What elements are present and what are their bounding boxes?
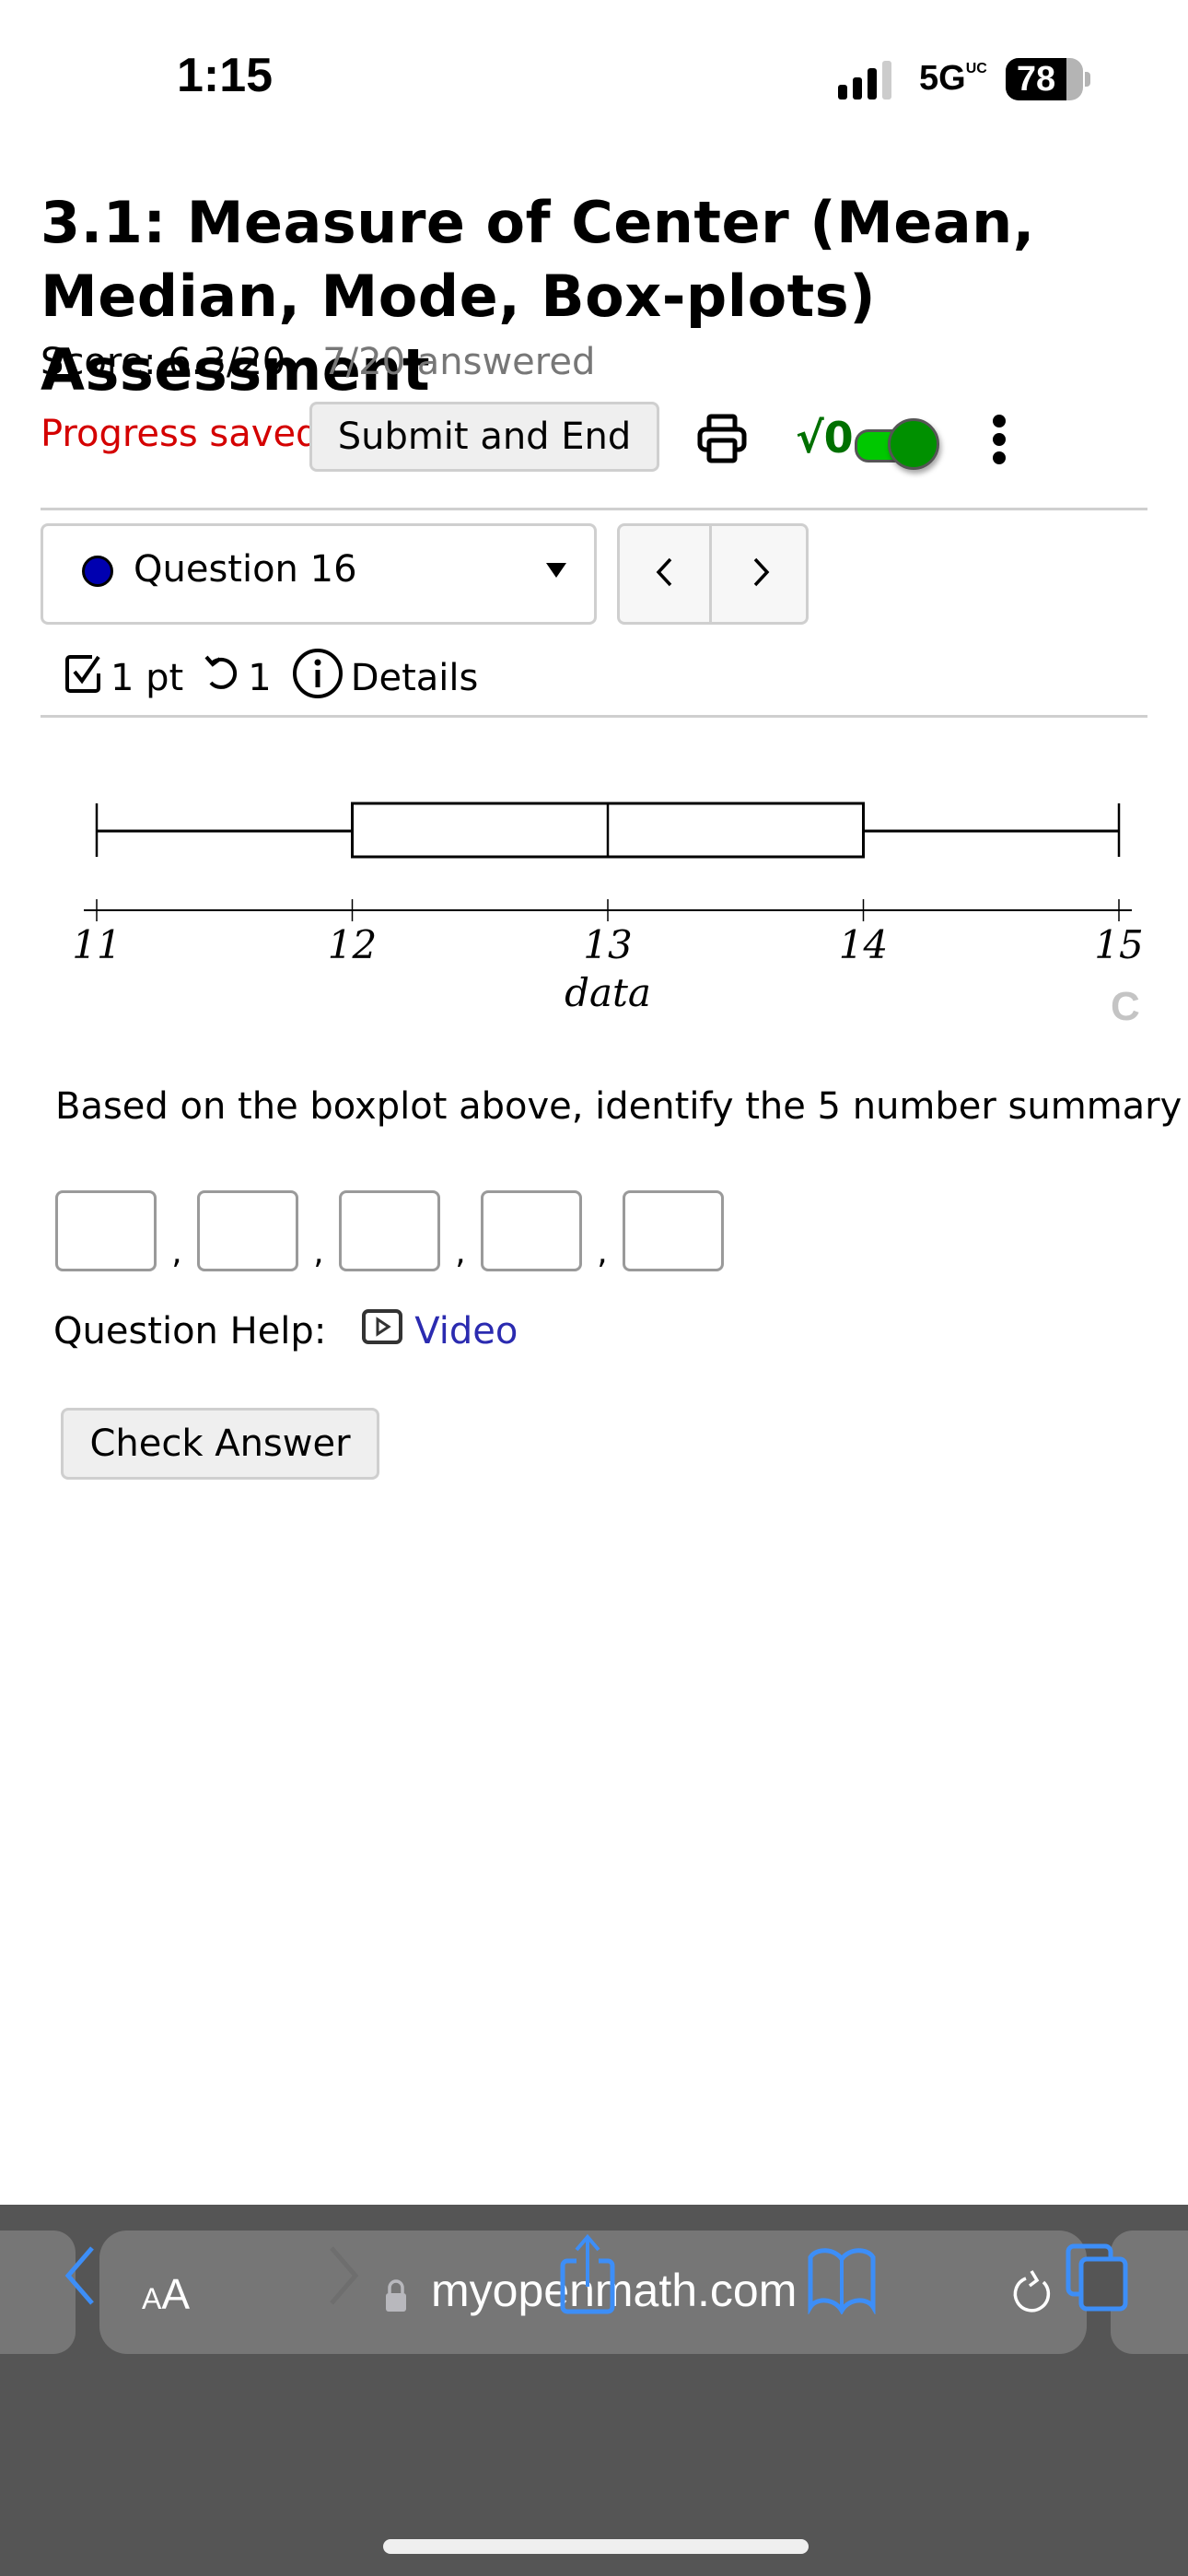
details-link[interactable]: Details bbox=[351, 657, 479, 699]
chevron-left-icon bbox=[656, 557, 671, 586]
score: Score: 6.3/20 bbox=[41, 341, 286, 383]
answered-count: 7/20 answered bbox=[322, 341, 596, 383]
dropdown-caret-icon bbox=[546, 563, 566, 578]
submit-and-end-button[interactable]: Submit and End bbox=[309, 402, 659, 472]
x-tick-label: 12 bbox=[328, 922, 377, 967]
question-status-dot bbox=[82, 556, 113, 587]
answer-median-input[interactable] bbox=[339, 1190, 440, 1271]
next-question-button[interactable] bbox=[715, 526, 806, 622]
question-help: Question Help: Video bbox=[53, 1308, 518, 1354]
score-line: Score: 6.3/20 7/20 answered bbox=[41, 341, 595, 383]
chevron-right-icon bbox=[330, 2246, 359, 2305]
separator: , bbox=[313, 1234, 324, 1271]
separator: , bbox=[597, 1234, 608, 1271]
video-link[interactable]: Video bbox=[414, 1310, 518, 1352]
question-help-label: Question Help: bbox=[53, 1310, 327, 1352]
boxplot-chart: 11 12 13 14 15 data bbox=[72, 802, 1144, 1015]
network-type: 5GUC bbox=[919, 59, 987, 98]
chevron-left-icon bbox=[64, 2246, 94, 2305]
clock: 1:15 bbox=[177, 49, 274, 102]
question-pager bbox=[617, 523, 809, 625]
print-icon[interactable] bbox=[696, 413, 748, 464]
x-tick-label: 13 bbox=[583, 922, 632, 967]
text-size-button[interactable]: AA bbox=[142, 2269, 190, 2319]
question-select-label: Question 16 bbox=[134, 548, 357, 591]
cellular-signal-icon bbox=[838, 61, 897, 100]
question-prompt: Based on the boxplot above, identify the… bbox=[55, 1085, 1182, 1128]
divider bbox=[41, 715, 1147, 718]
answer-max-input[interactable] bbox=[623, 1190, 724, 1271]
reload-icon[interactable] bbox=[1006, 2266, 1061, 2321]
math-entry-toggle[interactable]: √0 bbox=[796, 407, 980, 472]
share-button[interactable] bbox=[558, 2233, 617, 2322]
answer-q1-input[interactable] bbox=[197, 1190, 298, 1271]
book-icon bbox=[808, 2248, 876, 2316]
tabs-button[interactable] bbox=[1065, 2242, 1129, 2316]
battery-tip bbox=[1085, 72, 1090, 87]
attempts-value: 1 bbox=[248, 657, 272, 699]
share-icon bbox=[560, 2233, 615, 2314]
answer-q3-input[interactable] bbox=[481, 1190, 582, 1271]
info-icon[interactable] bbox=[292, 648, 344, 708]
x-tick-label: 14 bbox=[839, 922, 888, 967]
checkbox-points-icon bbox=[64, 653, 103, 703]
lock-icon bbox=[385, 2278, 407, 2313]
home-indicator[interactable] bbox=[383, 2539, 809, 2554]
divider bbox=[41, 508, 1147, 510]
status-bar: 1:15 5GUC 78 bbox=[0, 0, 1188, 157]
retry-icon bbox=[204, 653, 240, 703]
chevron-right-icon bbox=[753, 557, 770, 586]
assessment-toolbar: Progress saved Submit and End √0 bbox=[41, 400, 1164, 474]
question-meta: 1 pt 1 Details bbox=[64, 648, 498, 708]
separator: , bbox=[455, 1234, 466, 1271]
toggle-knob bbox=[888, 418, 939, 470]
five-number-summary-inputs: , , , , bbox=[55, 1187, 724, 1271]
points-value: 1 pt bbox=[111, 657, 184, 699]
sqrt-icon: √0 bbox=[796, 413, 854, 463]
more-options-icon[interactable] bbox=[985, 407, 1013, 472]
bookmarks-button[interactable] bbox=[807, 2246, 877, 2318]
video-icon[interactable] bbox=[361, 1308, 403, 1354]
question-select[interactable]: Question 16 bbox=[41, 523, 597, 625]
battery-icon: 78 bbox=[1006, 58, 1083, 100]
progress-status: Progress saved bbox=[41, 413, 320, 455]
x-axis-label: data bbox=[565, 970, 651, 1015]
x-tick-label: 15 bbox=[1094, 922, 1143, 967]
forward-button[interactable] bbox=[324, 2242, 361, 2311]
answer-min-input[interactable] bbox=[55, 1190, 157, 1271]
previous-question-button[interactable] bbox=[620, 526, 712, 622]
battery-percent: 78 bbox=[1016, 60, 1056, 99]
refresh-plot-icon[interactable]: C bbox=[1111, 984, 1140, 1030]
check-answer-button[interactable]: Check Answer bbox=[61, 1408, 379, 1480]
tabs-icon bbox=[1066, 2243, 1128, 2312]
separator: , bbox=[171, 1234, 182, 1271]
back-button[interactable] bbox=[63, 2242, 99, 2311]
x-tick-label: 11 bbox=[72, 922, 121, 967]
